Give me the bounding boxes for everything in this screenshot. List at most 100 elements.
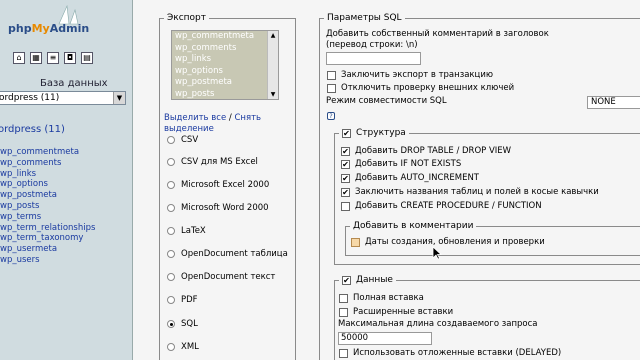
data-checkbox[interactable]: ✔	[342, 276, 351, 285]
checkbox[interactable]	[339, 348, 348, 358]
export-table-select[interactable]: wp_commentmeta wp_comments wp_links wp_o…	[171, 30, 279, 100]
delayed-insert-option[interactable]: Использовать отложенные вставки (DELAYED…	[339, 347, 561, 359]
format-radio-odt[interactable]: OpenDocument текст	[167, 271, 275, 283]
table-link[interactable]: wp_postmeta	[0, 190, 95, 201]
checkbox-checked[interactable]: ✔	[341, 146, 350, 156]
checkbox-checked[interactable]: ✔	[341, 159, 350, 169]
radio-button[interactable]	[167, 343, 175, 351]
chevron-down-icon[interactable]: ▼	[113, 92, 125, 104]
format-radio-excel[interactable]: Microsoft Excel 2000	[167, 179, 269, 191]
option-label: Добавить AUTO_INCREMENT	[355, 173, 479, 183]
sql-icon[interactable]: ≡	[47, 52, 59, 64]
checkbox[interactable]	[327, 70, 336, 80]
radio-button[interactable]	[167, 204, 175, 212]
checkbox[interactable]	[339, 307, 348, 317]
checkbox-checked[interactable]: ✔	[341, 173, 350, 183]
dates-option[interactable]: Даты создания, обновления и проверки	[351, 236, 545, 248]
select-all-link[interactable]: Выделить все	[164, 113, 226, 123]
radio-button[interactable]	[167, 136, 175, 144]
format-radio-csv-excel[interactable]: CSV для MS Excel	[167, 156, 258, 168]
format-radio-sql[interactable]: SQL	[167, 318, 198, 330]
drop-table-option[interactable]: ✔ Добавить DROP TABLE / DROP VIEW	[341, 145, 511, 157]
backquotes-option[interactable]: ✔ Заключить названия таблиц и полей в кос…	[341, 186, 599, 198]
scroll-down-icon[interactable]: ▼	[268, 90, 278, 99]
table-option[interactable]: wp_options	[172, 66, 268, 78]
comment-label: Добавить собственный комментарий в загол…	[326, 29, 549, 50]
structure-checkbox[interactable]: ✔	[342, 129, 351, 138]
checkbox[interactable]	[351, 237, 360, 247]
nav-toolbar: ⌂ ▦ ≡ ◘ ▤	[13, 52, 93, 64]
auto-increment-option[interactable]: ✔ Добавить AUTO_INCREMENT	[341, 172, 479, 184]
table-link[interactable]: wp_options	[0, 179, 95, 190]
max-query-length-input[interactable]: 50000	[338, 332, 432, 345]
data-legend: ✔ Данные	[339, 275, 396, 286]
table-link[interactable]: wp_terms	[0, 212, 95, 223]
structure-legend-label: Структура	[356, 128, 406, 138]
transaction-option[interactable]: Заключить экспорт в транзакцию	[327, 69, 493, 81]
option-label: Использовать отложенные вставки (DELAYED…	[353, 348, 562, 358]
structure-legend: ✔ Структура	[339, 128, 409, 139]
comment-input[interactable]	[326, 52, 421, 65]
foreign-keys-option[interactable]: Отключить проверку внешних ключей	[327, 82, 514, 94]
table-link[interactable]: wp_links	[0, 169, 95, 180]
radio-button-selected[interactable]	[167, 320, 175, 328]
table-link[interactable]: wp_posts	[0, 201, 95, 212]
format-radio-pdf[interactable]: PDF	[167, 294, 198, 306]
checkbox[interactable]	[327, 83, 336, 93]
radio-button[interactable]	[167, 158, 175, 166]
database-select-value: ordpress (11)	[0, 93, 60, 103]
complete-insert-option[interactable]: Полная вставка	[339, 292, 424, 304]
table-option[interactable]: wp_commentmeta	[172, 31, 268, 43]
radio-button[interactable]	[167, 273, 175, 281]
radio-button[interactable]	[167, 181, 175, 189]
database-select[interactable]: ordpress (11) ▼	[0, 91, 126, 105]
radio-button[interactable]	[167, 227, 175, 235]
table-option[interactable]: wp_comments	[172, 43, 268, 55]
format-radio-ods[interactable]: OpenDocument таблица	[167, 248, 288, 260]
help-icon[interactable]: ?	[327, 112, 335, 120]
table-link[interactable]: wp_users	[0, 255, 95, 266]
table-link[interactable]: wp_usermeta	[0, 244, 95, 255]
format-radio-word[interactable]: Microsoft Word 2000	[167, 202, 269, 214]
scrollbar[interactable]: ▲ ▼	[267, 31, 278, 99]
table-link[interactable]: wp_term_taxonomy	[0, 233, 95, 244]
create-procedure-option[interactable]: Добавить CREATE PROCEDURE / FUNCTION	[341, 200, 542, 212]
format-label: LaTeX	[181, 226, 206, 236]
home-icon[interactable]: ⌂	[13, 52, 25, 64]
format-label: CSV для MS Excel	[181, 157, 258, 167]
compat-label: Режим совместимости SQL	[326, 96, 447, 106]
option-label: Добавить CREATE PROCEDURE / FUNCTION	[355, 201, 542, 211]
radio-button[interactable]	[167, 250, 175, 258]
table-option[interactable]: wp_links	[172, 54, 268, 66]
scroll-up-icon[interactable]: ▲	[268, 31, 278, 40]
comments-legend: Добавить в комментарии	[350, 221, 477, 232]
table-list: wp_commentmeta wp_comments wp_links wp_o…	[0, 147, 95, 266]
query-icon[interactable]: ◘	[64, 52, 76, 64]
format-radio-latex[interactable]: LaTeX	[167, 225, 206, 237]
format-radio-xml[interactable]: XML	[167, 341, 199, 353]
checkbox[interactable]	[339, 293, 348, 303]
extended-insert-option[interactable]: Расширенные вставки	[339, 306, 453, 318]
radio-button[interactable]	[167, 296, 175, 304]
docs-icon[interactable]: ▤	[81, 52, 93, 64]
table-icon[interactable]: ▦	[30, 52, 42, 64]
format-radio-csv[interactable]: CSV	[167, 134, 198, 146]
format-label: CSV	[181, 135, 199, 145]
checkbox-checked[interactable]: ✔	[341, 187, 350, 197]
table-link[interactable]: wp_comments	[0, 158, 95, 169]
export-table-options: wp_commentmeta wp_comments wp_links wp_o…	[172, 31, 268, 99]
table-option[interactable]: wp_postmeta	[172, 77, 268, 89]
table-option[interactable]: wp_posts	[172, 89, 268, 101]
max-query-length-label: Максимальная длина создаваемого запроса	[338, 319, 538, 329]
checkbox[interactable]	[341, 201, 350, 211]
option-label: Расширенные вставки	[353, 307, 454, 317]
option-label: Заключить экспорт в транзакцию	[341, 70, 494, 80]
database-title-link[interactable]: ordpress (11)	[0, 124, 65, 135]
compat-select[interactable]: NONE	[587, 96, 640, 109]
phpmyadmin-logo[interactable]: phpMyAdmin	[8, 22, 89, 35]
table-link[interactable]: wp_commentmeta	[0, 147, 95, 158]
format-label: Microsoft Word 2000	[181, 203, 269, 213]
option-label: Даты создания, обновления и проверки	[365, 237, 545, 247]
table-link[interactable]: wp_term_relationships	[0, 223, 95, 234]
if-not-exists-option[interactable]: ✔ Добавить IF NOT EXISTS	[341, 158, 461, 170]
